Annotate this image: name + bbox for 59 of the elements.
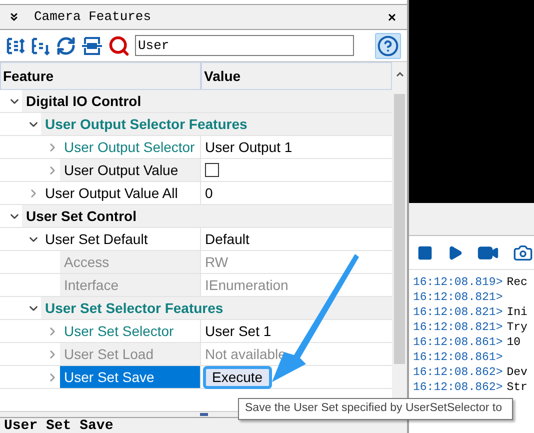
feature-cell[interactable]: User Output Value bbox=[60, 159, 201, 181]
camera-icon[interactable] bbox=[513, 242, 533, 262]
value-text: Default bbox=[205, 230, 250, 248]
log-message: Ini bbox=[506, 305, 528, 320]
feature-label: User Set Default bbox=[45, 230, 148, 248]
log-message: 10 bbox=[506, 335, 521, 350]
value-text: 0 bbox=[205, 184, 213, 202]
search-field[interactable]: User bbox=[135, 35, 354, 56]
log-message: Try bbox=[506, 320, 528, 335]
feature-label: User Output Value All bbox=[45, 184, 178, 203]
column-header[interactable]: Feature bbox=[0, 62, 201, 90]
feature-label: Interface bbox=[64, 276, 118, 294]
category-label: Digital IO Control bbox=[26, 92, 142, 111]
category-label: User Set Selector Features bbox=[45, 298, 224, 318]
log-time: 16:12:08.861> bbox=[413, 350, 503, 365]
log-message: Rec bbox=[506, 275, 528, 290]
log-message: Str bbox=[506, 380, 528, 395]
feature-cell[interactable]: User Set Save bbox=[60, 366, 201, 388]
category-label: User Set Control bbox=[26, 206, 136, 226]
value-text: RW bbox=[205, 252, 228, 272]
category-label: User Output Selector Features bbox=[45, 114, 248, 134]
stop-icon[interactable] bbox=[417, 244, 433, 260]
tooltip: Save the User Set specified by UserSetSelector to bbox=[238, 398, 513, 420]
help-button[interactable] bbox=[375, 32, 401, 58]
value-text: Not available bbox=[205, 344, 286, 364]
log-time: 16:12:08.861> bbox=[413, 335, 503, 350]
collapse-icon[interactable] bbox=[8, 11, 20, 23]
log-time: 16:12:08.821> bbox=[413, 305, 503, 320]
value-text: IEnumeration bbox=[205, 276, 288, 294]
feature-label: Access bbox=[64, 252, 110, 272]
value-text: User Set 1 bbox=[205, 322, 272, 340]
collapse-all-icon[interactable] bbox=[31, 36, 51, 56]
execute-button[interactable]: Execute bbox=[205, 368, 270, 386]
play-icon[interactable] bbox=[447, 244, 463, 260]
log-message: Dev bbox=[506, 365, 528, 380]
close-button[interactable]: × bbox=[388, 6, 396, 28]
checkbox[interactable] bbox=[205, 163, 219, 177]
log-time: 16:12:08.862> bbox=[413, 365, 503, 380]
feature-label: User Output Value bbox=[64, 160, 178, 180]
search-icon[interactable] bbox=[108, 34, 130, 56]
log-time: 16:12:08.862> bbox=[413, 380, 503, 395]
category-row[interactable]: User Set Control bbox=[22, 205, 392, 227]
refresh-icon[interactable] bbox=[56, 36, 76, 56]
column-header[interactable]: Value bbox=[201, 62, 392, 90]
feature-label: User Output Selector bbox=[64, 138, 195, 157]
panel-title: Camera Features bbox=[34, 8, 152, 26]
log-time: 16:12:08.821> bbox=[413, 290, 503, 305]
log-time: 16:12:08.819> bbox=[413, 275, 503, 290]
feature-label: User Set Load bbox=[64, 344, 154, 364]
category-row[interactable]: Digital IO Control bbox=[22, 90, 392, 112]
log-time: 16:12:08.821> bbox=[413, 320, 503, 335]
expand-all-icon[interactable] bbox=[6, 36, 26, 56]
xml-file-icon[interactable] bbox=[81, 36, 103, 56]
category-row[interactable]: User Output Selector Features bbox=[41, 113, 392, 135]
feature-label: User Set Save bbox=[64, 368, 154, 386]
feature-label: User Set Selector bbox=[64, 322, 174, 340]
category-row[interactable]: User Set Selector Features bbox=[41, 297, 392, 319]
status-text: User Set Save bbox=[4, 418, 114, 432]
value-text: User Output 1 bbox=[205, 138, 292, 157]
